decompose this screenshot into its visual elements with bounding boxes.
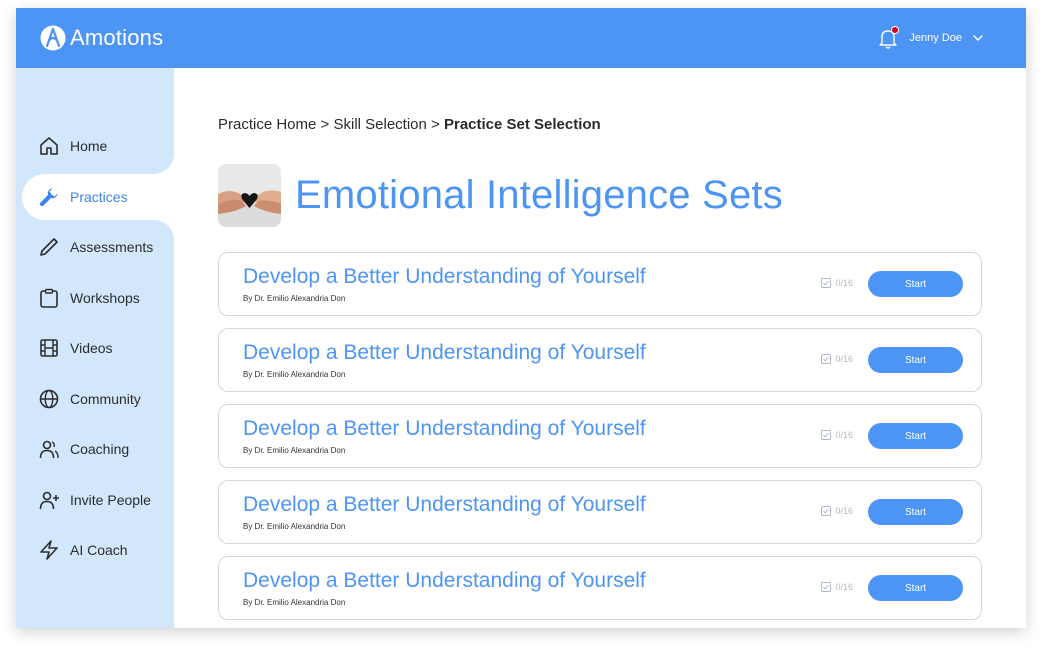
practice-set-card[interactable]: Develop a Better Understanding of Yourse… [218, 556, 982, 620]
sidebar-item-label: Assessments [70, 239, 154, 255]
set-author: By Dr. Emilio Alexandria Don [243, 446, 346, 455]
set-progress: 0/16 [821, 582, 853, 592]
breadcrumb-separator: > [426, 116, 444, 133]
app-window: Amotions Jenny Doe Home Practices Assess… [16, 8, 1026, 628]
set-author: By Dr. Emilio Alexandria Don [243, 370, 346, 379]
sidebar-item-assessments[interactable]: Assessments [22, 224, 174, 270]
start-button[interactable]: Start [868, 499, 963, 525]
progress-count: 0/16 [835, 278, 853, 288]
notification-bell[interactable] [877, 26, 900, 49]
set-title[interactable]: Develop a Better Understanding of Yourse… [243, 341, 646, 365]
breadcrumb-separator: > [316, 116, 334, 133]
checkbox-icon [821, 582, 832, 592]
set-thumbnail-image [218, 164, 281, 227]
sidebar: Home Practices Assessments Workshops Vid… [16, 68, 174, 628]
sidebar-item-workshops[interactable]: Workshops [22, 275, 174, 321]
brand[interactable]: Amotions [40, 25, 163, 51]
set-progress: 0/16 [821, 430, 853, 440]
user-menu[interactable]: Jenny Doe [877, 26, 984, 49]
brand-name: Amotions [70, 25, 164, 50]
sidebar-item-label: Videos [70, 340, 113, 356]
sidebar-item-label: Workshops [70, 290, 140, 306]
checkbox-icon [821, 506, 832, 516]
sidebar-item-invite-people[interactable]: Invite People [22, 477, 174, 523]
sidebar-item-label: Coaching [70, 441, 130, 457]
set-title[interactable]: Develop a Better Understanding of Yourse… [243, 417, 646, 441]
clipboard-icon [40, 288, 58, 308]
checkbox-icon [821, 430, 832, 440]
globe-icon [39, 389, 59, 409]
breadcrumb-skill-selection[interactable]: Skill Selection [333, 116, 426, 133]
progress-count: 0/16 [835, 582, 853, 592]
set-title[interactable]: Develop a Better Understanding of Yourse… [243, 265, 646, 289]
practice-set-card[interactable]: Develop a Better Understanding of Yourse… [218, 480, 982, 544]
progress-count: 0/16 [835, 506, 853, 516]
set-progress: 0/16 [821, 506, 853, 516]
sidebar-item-label: Community [70, 391, 141, 407]
users-icon [39, 440, 59, 459]
start-button[interactable]: Start [868, 423, 963, 449]
checkbox-icon [821, 278, 832, 288]
page-title: Emotional Intelligence Sets [295, 173, 783, 217]
sidebar-item-home[interactable]: Home [22, 123, 174, 169]
wrench-icon [39, 188, 58, 207]
sidebar-item-coaching[interactable]: Coaching [22, 426, 174, 472]
sidebar-item-label: Home [70, 138, 108, 154]
user-plus-icon [39, 491, 59, 510]
practice-set-card[interactable]: Develop a Better Understanding of Yourse… [218, 252, 982, 316]
start-button[interactable]: Start [868, 347, 963, 373]
lightning-icon [40, 540, 58, 560]
progress-count: 0/16 [835, 430, 853, 440]
breadcrumb: Practice Home > Skill Selection > Practi… [218, 116, 601, 133]
hands-heart-icon [218, 164, 281, 227]
set-author: By Dr. Emilio Alexandria Don [243, 294, 346, 303]
pencil-icon [40, 238, 58, 256]
chevron-down-icon[interactable] [972, 32, 984, 44]
progress-count: 0/16 [835, 354, 853, 364]
start-button[interactable]: Start [868, 575, 963, 601]
set-title[interactable]: Develop a Better Understanding of Yourse… [243, 569, 646, 593]
sidebar-item-ai-coach[interactable]: AI Coach [22, 527, 174, 573]
page-header: Emotional Intelligence Sets [218, 164, 783, 227]
set-progress: 0/16 [821, 354, 853, 364]
set-progress: 0/16 [821, 278, 853, 288]
film-icon [40, 339, 58, 357]
sidebar-item-videos[interactable]: Videos [22, 325, 174, 371]
set-title[interactable]: Develop a Better Understanding of Yourse… [243, 493, 646, 517]
top-bar: Amotions Jenny Doe [16, 8, 1026, 68]
sidebar-item-label: Practices [70, 189, 128, 205]
user-name[interactable]: Jenny Doe [909, 32, 962, 44]
breadcrumb-practice-home[interactable]: Practice Home [218, 116, 316, 133]
checkbox-icon [821, 354, 832, 364]
breadcrumb-current: Practice Set Selection [443, 116, 601, 133]
practice-set-card[interactable]: Develop a Better Understanding of Yourse… [218, 404, 982, 468]
start-button[interactable]: Start [868, 271, 963, 297]
amotions-logo-icon [40, 25, 66, 51]
set-author: By Dr. Emilio Alexandria Don [243, 522, 346, 531]
practice-set-list: Develop a Better Understanding of Yourse… [218, 252, 982, 628]
sidebar-item-practices[interactable]: Practices [22, 174, 174, 220]
practice-set-card[interactable]: Develop a Better Understanding of Yourse… [218, 328, 982, 392]
set-author: By Dr. Emilio Alexandria Don [243, 598, 346, 607]
sidebar-item-label: AI Coach [70, 542, 128, 558]
sidebar-item-label: Invite People [70, 492, 151, 508]
home-icon [40, 137, 58, 155]
sidebar-item-community[interactable]: Community [22, 376, 174, 422]
